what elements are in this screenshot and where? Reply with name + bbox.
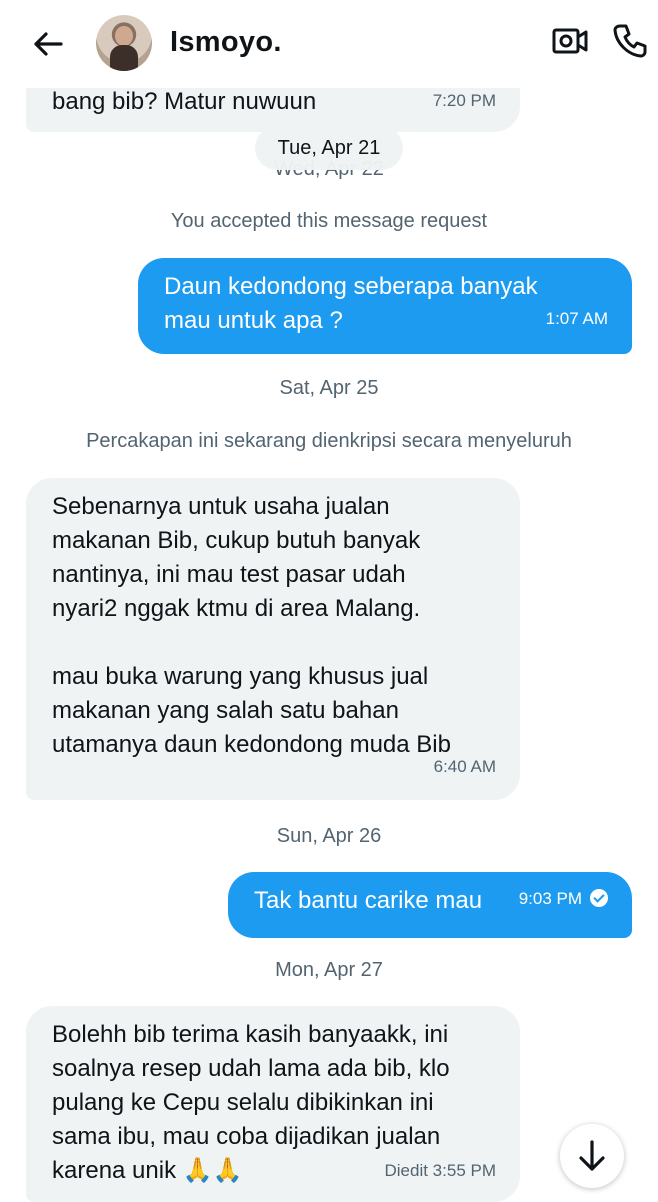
incoming-message[interactable]: Sebenarnya untuk usaha jualan makanan Bi… [26,478,520,800]
message-text: bang bib? Matur nuwuun [52,88,317,115]
incoming-message[interactable]: Bolehh bib terima kasih banyaakk, ini so… [26,1006,520,1202]
video-call-button[interactable] [551,24,589,58]
message-time: 6:40 AM [433,757,496,776]
date-separator: Sat, Apr 25 [279,377,379,399]
arrow-down-icon [579,1140,605,1171]
system-message: Percakapan ini sekarang dienkripsi secar… [86,430,572,452]
message-text: Daun kedondong seberapa banyak mau untuk… [164,273,538,334]
message-text: Sebenarnya untuk usaha jualan makanan Bi… [52,493,451,758]
message-time-text: 9:03 PM [518,889,582,908]
phone-icon [613,24,647,58]
date-separator: Mon, Apr 27 [275,959,383,981]
chat-header: Ismoyo. [0,0,658,88]
video-call-icon [552,28,588,54]
scroll-to-bottom-button[interactable] [560,1124,624,1188]
sent-check-icon [590,889,608,907]
sticky-date-pill: Tue, Apr 21 [255,126,403,170]
contact-avatar[interactable] [96,15,152,71]
system-message: You accepted this message request [170,210,488,232]
message-time: 9:03 PM [519,882,608,916]
contact-name[interactable]: Ismoyo. [170,26,282,59]
back-button[interactable] [30,26,66,62]
message-time: Diedit 3:55 PM [384,1161,497,1180]
date-separator: Sun, Apr 26 [276,825,382,847]
outgoing-message[interactable]: Tak bantu carike mau 9:03 PM [228,872,632,938]
message-time: 7:20 PM [432,91,496,110]
arrow-left-icon [34,32,63,56]
outgoing-message[interactable]: Daun kedondong seberapa banyak mau untuk… [138,258,632,354]
message-time: 1:07 AM [545,309,608,328]
phone-call-button[interactable] [612,22,648,58]
